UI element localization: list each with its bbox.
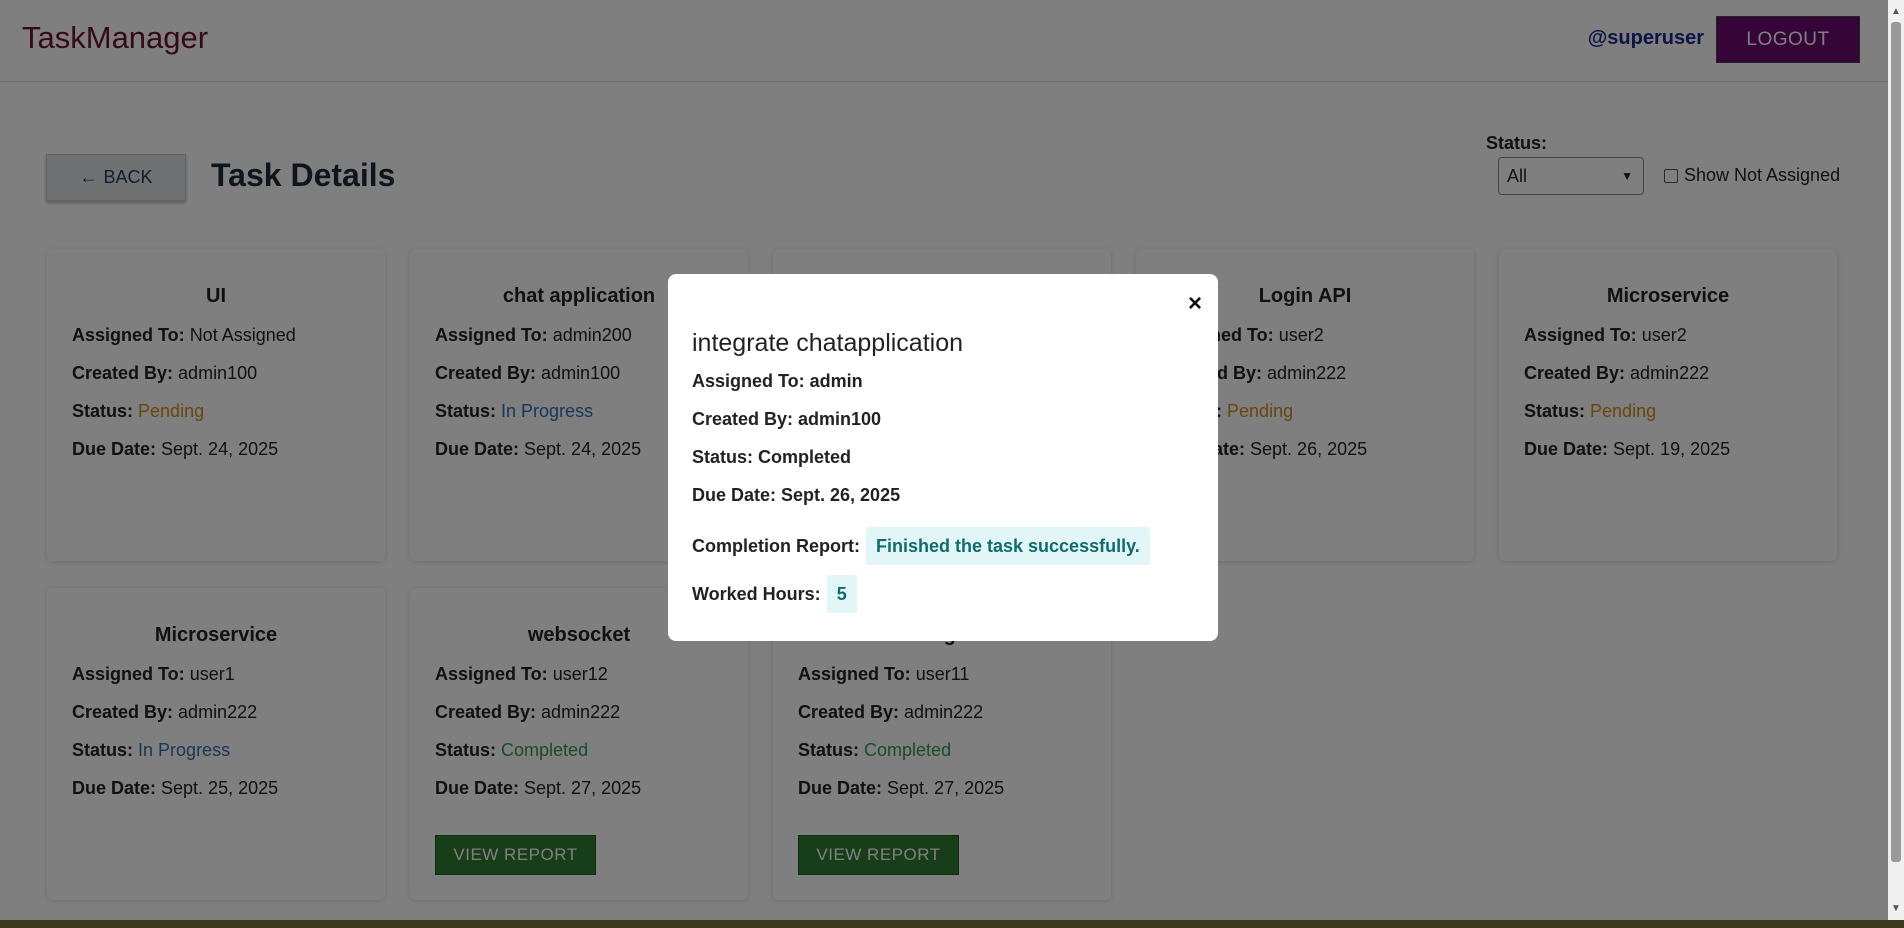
os-taskbar-edge [0, 920, 1904, 928]
modal-assigned: Assigned To: admin [692, 371, 863, 391]
completion-report-value: Finished the task successfully. [866, 527, 1150, 565]
worked-hours-label: Worked Hours: [692, 584, 821, 604]
worked-hours-value: 5 [826, 575, 857, 613]
modal-worked-hours: Worked Hours: 5 [692, 570, 1194, 618]
completion-report-label: Completion Report: [692, 536, 860, 556]
modal-due-date: Due Date: Sept. 26, 2025 [692, 485, 901, 505]
page: TaskManager @superuser LOGOUT ← BACK Tas… [0, 0, 1888, 920]
page-scrollbar[interactable]: ▲ ▼ [1888, 0, 1904, 920]
modal-created-by: Created By: admin100 [692, 409, 882, 429]
modal-completion-report: Completion Report: Finished the task suc… [692, 522, 1194, 570]
scroll-down-icon[interactable]: ▼ [1891, 903, 1901, 914]
task-detail-modal: × integrate chatapplication Assigned To:… [668, 274, 1218, 641]
modal-status: Status: Completed [692, 447, 852, 467]
scrollbar-thumb[interactable] [1891, 22, 1901, 862]
modal-title: integrate chatapplication [692, 329, 964, 357]
scroll-up-icon[interactable]: ▲ [1891, 6, 1901, 17]
close-icon[interactable]: × [1188, 290, 1202, 318]
